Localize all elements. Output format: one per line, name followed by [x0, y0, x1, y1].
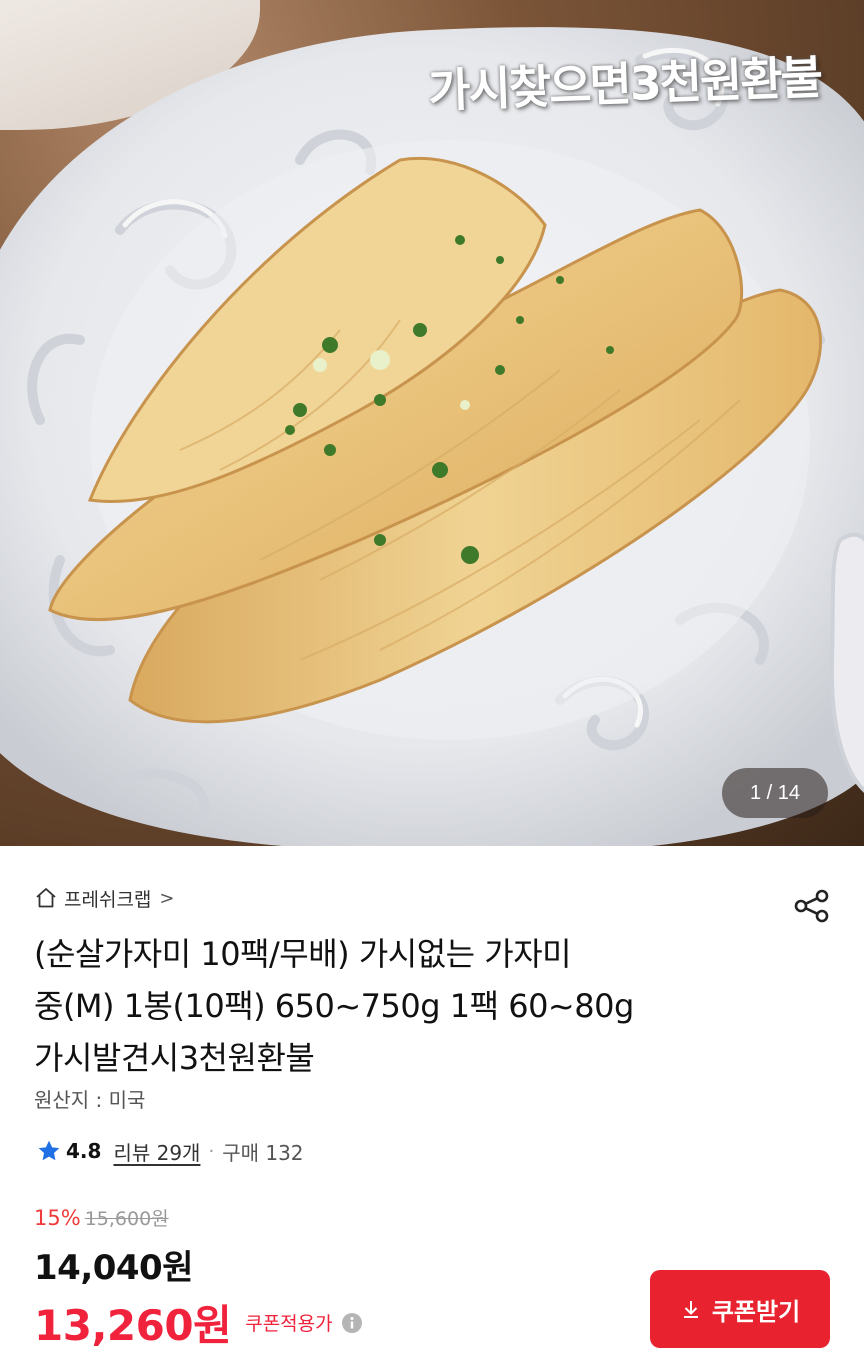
purchase-count: 구매 132 — [222, 1140, 304, 1165]
get-coupon-button[interactable]: 쿠폰받기 — [650, 1270, 830, 1348]
store-name: 프레쉬크랩 — [64, 888, 152, 911]
product-title-line: (순살가자미 10팩/무배) 가시없는 가자미 — [34, 935, 572, 973]
product-title-line: 중(M) 1봉(10팩) 650~750g 1팩 60~80g — [34, 987, 634, 1025]
origin-text: 원산지 : 미국 — [34, 1088, 146, 1112]
product-title: (순살가자미 10팩/무배) 가시없는 가자미 중(M) 1봉(10팩) 650… — [34, 928, 814, 1084]
product-image-carousel[interactable]: 가시찾으면3천원환불 1 / 14 — [0, 0, 864, 846]
image-counter: 1 / 14 — [722, 768, 828, 818]
promo-overlay-text: 가시찾으면3천원환불 — [427, 50, 822, 118]
chevron-right-icon: > — [159, 887, 175, 909]
coupon-price: 13,260원 — [34, 1301, 232, 1350]
discount-percent: 15% — [34, 1206, 81, 1230]
home-icon — [36, 888, 56, 908]
discount-row: 15% 15,600원 — [34, 1204, 169, 1231]
rating-row: 4.8 리뷰 29개 · 구매 132 — [36, 1136, 304, 1166]
get-coupon-label: 쿠폰받기 — [711, 1297, 801, 1326]
original-price: 15,600원 — [84, 1208, 169, 1230]
info-icon[interactable] — [341, 1312, 363, 1334]
product-info-section: 프레쉬크랩 > (순살가자미 10팩/무배) 가시없는 가자미 중(M) 1봉(… — [0, 846, 864, 1362]
coupon-price-label: 쿠폰적용가 — [245, 1313, 333, 1335]
star-icon — [38, 1140, 60, 1161]
product-title-line: 가시발견시3천원환불 — [34, 1039, 315, 1077]
product-photo-plate-with-fish — [0, 27, 864, 846]
rating-score: 4.8 — [66, 1139, 102, 1163]
store-link[interactable]: 프레쉬크랩 > — [34, 884, 175, 912]
share-icon[interactable] — [790, 884, 834, 928]
separator-dot: · — [208, 1140, 215, 1162]
coupon-price-row: 13,260원 쿠폰적용가 — [34, 1292, 363, 1353]
reviews-link[interactable]: 리뷰 29개 — [113, 1137, 200, 1166]
sale-price: 14,040원 — [34, 1248, 193, 1288]
download-icon — [683, 1301, 698, 1318]
